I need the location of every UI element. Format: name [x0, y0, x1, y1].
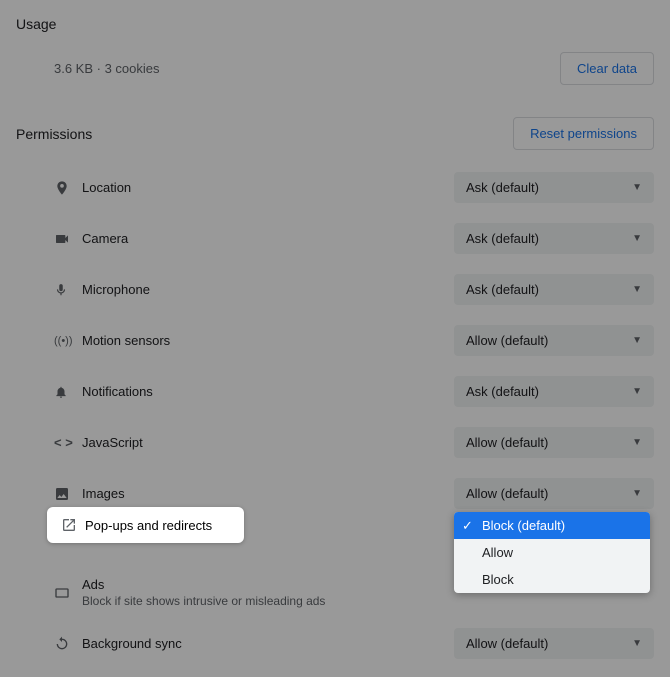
permission-row-location: Location Ask (default)▼	[54, 162, 654, 213]
permission-label: Location	[82, 180, 454, 195]
motion-sensors-icon: ((•))	[54, 335, 82, 347]
permission-label: Pop-ups and redirects	[85, 518, 212, 533]
chevron-down-icon: ▼	[632, 488, 642, 499]
permission-dropdown-background-sync[interactable]: Allow (default)▼	[454, 628, 654, 659]
location-icon	[54, 180, 82, 196]
ads-icon	[54, 585, 82, 601]
clear-data-button[interactable]: Clear data	[560, 52, 654, 85]
chevron-down-icon: ▼	[632, 284, 642, 295]
permission-dropdown-images[interactable]: Allow (default)▼	[454, 478, 654, 509]
permission-dropdown-notifications[interactable]: Ask (default)▼	[454, 376, 654, 407]
permission-label: Background sync	[82, 636, 454, 651]
dropdown-menu-popups: Block (default) Allow Block	[454, 512, 650, 593]
permission-dropdown-location[interactable]: Ask (default)▼	[454, 172, 654, 203]
permission-dropdown-microphone[interactable]: Ask (default)▼	[454, 274, 654, 305]
permission-label: JavaScript	[82, 435, 454, 450]
reset-permissions-button[interactable]: Reset permissions	[513, 117, 654, 150]
permissions-title: Permissions	[16, 126, 92, 142]
chevron-down-icon: ▼	[632, 182, 642, 193]
chevron-down-icon: ▼	[632, 233, 642, 244]
dropdown-option-allow[interactable]: Allow	[454, 539, 650, 566]
camera-icon	[54, 231, 82, 247]
sync-icon	[54, 636, 82, 652]
permission-dropdown-camera[interactable]: Ask (default)▼	[454, 223, 654, 254]
permission-row-motion-sensors: ((•)) Motion sensors Allow (default)▼	[54, 315, 654, 366]
notifications-icon	[54, 384, 82, 400]
permission-row-microphone: Microphone Ask (default)▼	[54, 264, 654, 315]
chevron-down-icon: ▼	[632, 386, 642, 397]
permission-label: Motion sensors	[82, 333, 454, 348]
javascript-icon: < >	[54, 435, 82, 450]
usage-text: 3.6 KB · 3 cookies	[54, 61, 160, 76]
chevron-down-icon: ▼	[632, 335, 642, 346]
chevron-down-icon: ▼	[632, 437, 642, 448]
chevron-down-icon: ▼	[632, 638, 642, 649]
permission-row-notifications: Notifications Ask (default)▼	[54, 366, 654, 417]
permission-label: Microphone	[82, 282, 454, 297]
permission-label: Notifications	[82, 384, 454, 399]
permission-row-camera: Camera Ask (default)▼	[54, 213, 654, 264]
microphone-icon	[54, 282, 82, 298]
dropdown-option-block[interactable]: Block	[454, 566, 650, 593]
dropdown-option-block-default[interactable]: Block (default)	[454, 512, 650, 539]
permission-label: Camera	[82, 231, 454, 246]
permission-row-javascript: < > JavaScript Allow (default)▼	[54, 417, 654, 468]
permission-dropdown-motion-sensors[interactable]: Allow (default)▼	[454, 325, 654, 356]
permission-sublabel: Block if site shows intrusive or mislead…	[82, 594, 654, 608]
popups-icon	[61, 517, 85, 533]
permission-label: Images	[82, 486, 454, 501]
images-icon	[54, 486, 82, 502]
permission-dropdown-javascript[interactable]: Allow (default)▼	[454, 427, 654, 458]
permission-row-background-sync: Background sync Allow (default)▼	[54, 618, 654, 669]
usage-title: Usage	[16, 16, 56, 32]
permission-row-popups-active: Pop-ups and redirects	[47, 507, 244, 543]
